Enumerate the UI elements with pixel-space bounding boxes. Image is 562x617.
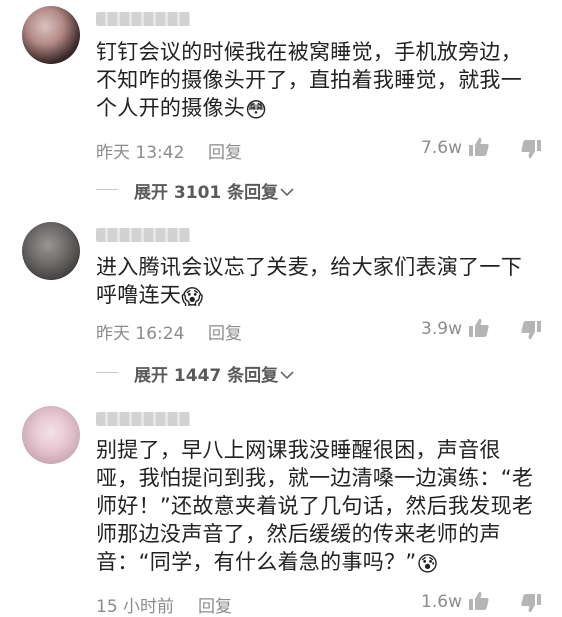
avatar[interactable] [22, 6, 80, 64]
reply-button[interactable]: 回复 [208, 138, 242, 163]
reply-button[interactable]: 回复 [198, 592, 232, 617]
emoji: 😳 [245, 98, 268, 122]
comment-text: 进入腾讯会议忘了关麦，给大家们表演了一下 呼噜连天😱 [96, 255, 522, 309]
comment-text: 钉钉会议的时候我在被窝睡觉，手机放旁边， 不知咋的摄像头开了，直拍着我睡觉，就我… [96, 40, 522, 122]
comment-time: 15 小时前 [96, 597, 175, 617]
comment-time: 昨天 16:24 [96, 324, 185, 344]
avatar[interactable] [22, 222, 80, 280]
comment-item: 进入腾讯会议忘了关麦，给大家们表演了一下 呼噜连天😱 昨天 16:24 回复 3… [0, 205, 562, 400]
expand-replies-label: 展开 3101 条回复 [134, 183, 279, 203]
comment-item: 钉钉会议的时候我在被窝睡觉，手机放旁边， 不知咋的摄像头开了，直拍着我睡觉，就我… [0, 0, 562, 205]
like-count: 3.9w [421, 319, 462, 339]
like-count: 7.6w [421, 138, 462, 158]
divider-line [96, 189, 118, 190]
thumbs-down-icon[interactable] [520, 592, 542, 614]
username-blurred[interactable] [96, 412, 190, 426]
avatar[interactable] [22, 406, 80, 464]
thumbs-up-icon[interactable] [468, 317, 490, 339]
like-count: 1.6w [421, 592, 462, 612]
thumbs-up-icon[interactable] [468, 590, 490, 612]
expand-replies-button[interactable]: 展开 1447 条回复 [134, 361, 294, 386]
chevron-down-icon [280, 371, 294, 380]
divider-line [96, 372, 118, 373]
expand-replies-button[interactable]: 展开 3101 条回复 [134, 178, 294, 203]
chevron-down-icon [280, 188, 294, 197]
comment-time: 昨天 13:42 [96, 143, 185, 163]
thumbs-down-icon[interactable] [520, 138, 542, 160]
reply-button[interactable]: 回复 [208, 319, 242, 344]
comment-item: 别提了，早八上网课我没睡醒很困，声音很 哑，我怕提问到我，就一边清嗓一边演练：“… [0, 400, 562, 617]
username-blurred[interactable] [96, 12, 190, 26]
emoji: 😰 [416, 552, 439, 576]
thumbs-up-icon[interactable] [468, 136, 490, 158]
thumbs-down-icon[interactable] [520, 319, 542, 341]
comment-text: 别提了，早八上网课我没睡醒很困，声音很 哑，我怕提问到我，就一边清嗓一边演练：“… [96, 438, 534, 576]
expand-replies-label: 展开 1447 条回复 [134, 366, 279, 386]
username-blurred[interactable] [96, 228, 190, 242]
emoji: 😱 [181, 285, 204, 309]
